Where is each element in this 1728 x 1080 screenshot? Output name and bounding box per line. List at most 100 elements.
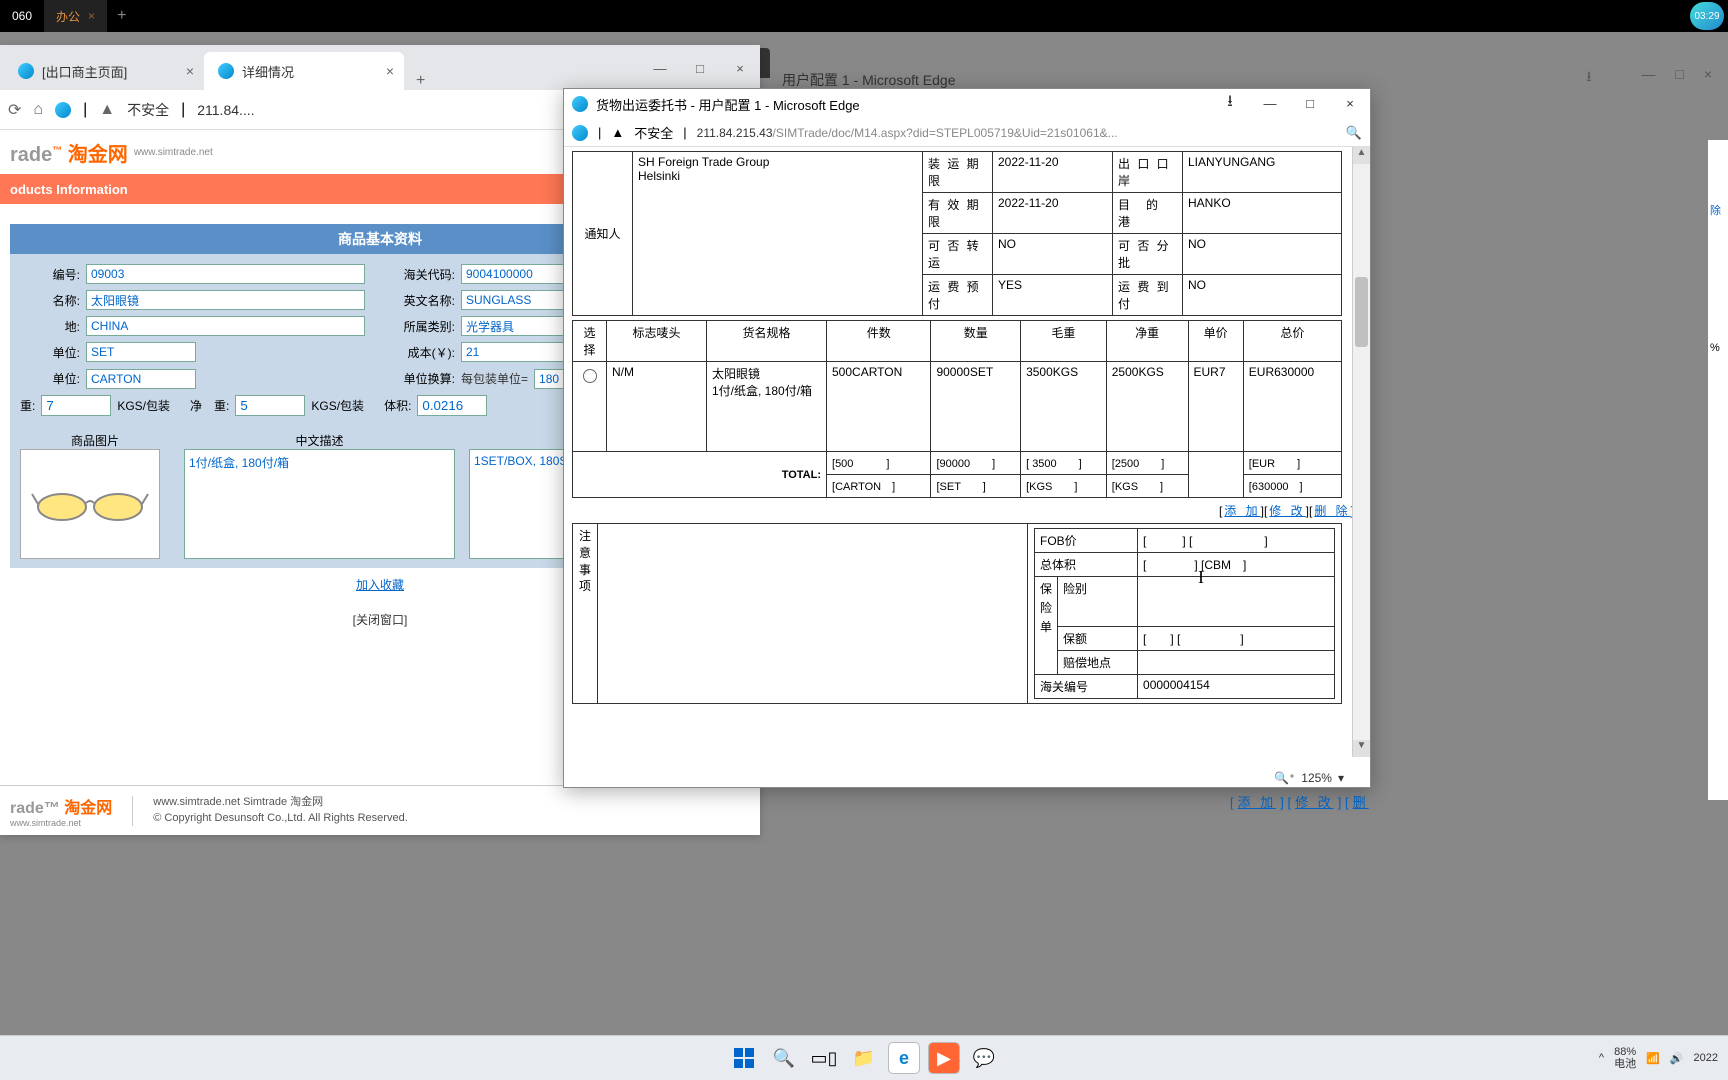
insecure-label: 不安全 (634, 123, 673, 142)
input-pkgunit[interactable] (86, 369, 196, 389)
input-gw[interactable] (41, 395, 111, 416)
footer-text: www.simtrade.net Simtrade 淘金网 © Copyrigh… (153, 795, 408, 826)
maximize-icon[interactable]: □ (1290, 89, 1330, 117)
vol-value[interactable]: [ ] [CBM ] (1138, 553, 1335, 577)
row-radio[interactable] (583, 369, 597, 383)
task-view-icon[interactable]: ▭▯ (809, 1043, 839, 1073)
input-name[interactable] (86, 290, 365, 310)
tab-exporter-home[interactable]: [出口商主页面] × (4, 52, 204, 90)
zoom-out-icon[interactable]: 🔍 (1346, 125, 1362, 141)
label-unit: 单位: (20, 344, 80, 361)
insecure-icon: ▲ (611, 125, 624, 140)
nw-unit: KGS/包装 (311, 397, 364, 414)
partial-label: 可 否 分 批 (1113, 234, 1183, 275)
cn-desc-textarea[interactable]: 1付/纸盒, 180付/箱 (184, 449, 455, 559)
ie-icon (18, 63, 34, 79)
vertical-scrollbar[interactable]: ▲ ▼ (1352, 147, 1370, 757)
maximize-icon[interactable]: □ (680, 53, 720, 83)
input-unit[interactable] (86, 342, 196, 362)
transship-value[interactable]: NO (993, 234, 1113, 275)
risk-value[interactable] (1138, 577, 1335, 627)
notes-cell[interactable] (598, 524, 1028, 704)
wechat-icon[interactable]: 💬 (969, 1043, 999, 1073)
scroll-down-icon[interactable]: ▼ (1353, 740, 1370, 757)
partial-value[interactable]: NO (1183, 234, 1342, 275)
hs-value[interactable]: 0000004154 (1138, 675, 1335, 699)
minimize-icon[interactable]: — (1250, 89, 1290, 117)
bg-right-strip: 除 % (1708, 140, 1728, 800)
start-icon[interactable] (729, 1043, 759, 1073)
top-tab-1[interactable]: 060 (0, 0, 44, 32)
popup-url[interactable]: 211.84.215.43/SIMTrade/doc/M14.aspx?did=… (697, 126, 1336, 140)
bg-add-link[interactable]: 添 加 (1238, 795, 1277, 810)
input-vol[interactable] (417, 395, 487, 416)
export-port-value[interactable]: LIANYUNGANG (1183, 152, 1342, 193)
hs-label: 海关编号 (1035, 675, 1138, 699)
input-no[interactable] (86, 264, 365, 284)
label-name: 名称: (20, 292, 80, 309)
chevron-down-icon[interactable]: ▾ (1338, 771, 1344, 785)
wifi-icon[interactable]: 📶 (1646, 1052, 1660, 1065)
prepaid-value[interactable]: YES (993, 275, 1113, 316)
popup-titlebar[interactable]: 货物出运委托书 - 用户配置 1 - Microsoft Edge ⭳ — □ … (564, 89, 1370, 119)
url-text[interactable]: 211.84.... (197, 102, 254, 118)
expiry-value[interactable]: 2022-11-20 (993, 193, 1113, 234)
close-icon[interactable]: × (88, 9, 95, 23)
cell-price: EUR7 (1188, 362, 1243, 452)
minimize-icon[interactable]: — (1641, 66, 1655, 90)
volume-icon[interactable]: 🔊 (1670, 1052, 1684, 1065)
edge-icon[interactable]: e (889, 1043, 919, 1073)
collect-value[interactable]: NO (1183, 275, 1342, 316)
label-nw: 净 重: (190, 397, 229, 414)
close-icon[interactable]: × (186, 63, 194, 79)
close-icon[interactable]: × (1330, 89, 1370, 117)
top-tab-2[interactable]: 办公× (44, 0, 107, 32)
amount-value[interactable]: [ ] [ ] (1138, 627, 1335, 651)
battery-indicator[interactable]: 88%电池 (1614, 1046, 1636, 1070)
app-orange-icon[interactable]: ▶ (929, 1043, 959, 1073)
maximize-icon[interactable]: □ (1675, 66, 1683, 90)
close-icon[interactable]: × (1704, 66, 1712, 90)
zoom-icon: 🔍⁺ (1274, 771, 1295, 785)
download-icon[interactable]: ⭳ (1586, 66, 1591, 90)
col-nw: 净重 (1106, 321, 1188, 362)
simtrade-url: www.simtrade.net (134, 147, 213, 158)
date-label[interactable]: 2022 (1694, 1052, 1718, 1064)
tab-detail[interactable]: 详细情况 × (204, 52, 404, 90)
scroll-thumb[interactable] (1355, 277, 1368, 347)
delete-link[interactable]: 删 除 (1314, 504, 1350, 518)
explorer-icon[interactable]: 📁 (849, 1043, 879, 1073)
col-price: 单价 (1188, 321, 1243, 362)
col-total: 总价 (1243, 321, 1341, 362)
bg-del-link[interactable]: 删 (1353, 795, 1369, 810)
dest-port-value[interactable]: HANKO (1183, 193, 1342, 234)
tray-chevron-icon[interactable]: ^ (1599, 1052, 1604, 1064)
input-place[interactable] (86, 316, 365, 336)
item-row[interactable]: N/M 太阳眼镜1付/纸盒, 180付/箱 500CARTON 90000SET… (573, 362, 1342, 452)
export-port-label: 出 口 口 岸 (1113, 152, 1183, 193)
search-icon[interactable]: 🔍 (769, 1043, 799, 1073)
scroll-up-icon[interactable]: ▲ (1353, 147, 1370, 164)
download-icon[interactable]: ⭳ (1210, 89, 1250, 117)
input-nw[interactable] (235, 395, 305, 416)
bg-edit-link[interactable]: 修 改 (1295, 795, 1334, 810)
col-gw: 毛重 (1021, 321, 1107, 362)
new-tab-plus[interactable]: + (107, 7, 136, 25)
refresh-icon[interactable]: ⟳ (8, 100, 21, 120)
edit-link[interactable]: 修 改 (1269, 504, 1305, 518)
zoom-control[interactable]: 🔍⁺ 125% ▾ (1274, 771, 1344, 785)
home-icon[interactable]: ⌂ (33, 101, 43, 119)
dest-port-label: 目 的 港 (1113, 193, 1183, 234)
comp-label: 赔偿地点 (1058, 651, 1138, 675)
close-icon[interactable]: × (720, 53, 760, 83)
bg-window-title: 用户配置 1 - Microsoft Edge (782, 70, 956, 90)
add-link[interactable]: 添 加 (1224, 504, 1260, 518)
new-tab-button[interactable]: + (404, 72, 437, 90)
close-icon[interactable]: × (386, 63, 394, 79)
ship-date-value[interactable]: 2022-11-20 (993, 152, 1113, 193)
sunglasses-icon (30, 479, 150, 529)
comp-value[interactable] (1138, 651, 1335, 675)
fob-value[interactable]: [ ] [ ] (1138, 529, 1335, 553)
minimize-icon[interactable]: — (640, 53, 680, 83)
browser-tabbar: [出口商主页面] × 详细情况 × + — □ × (0, 45, 760, 90)
